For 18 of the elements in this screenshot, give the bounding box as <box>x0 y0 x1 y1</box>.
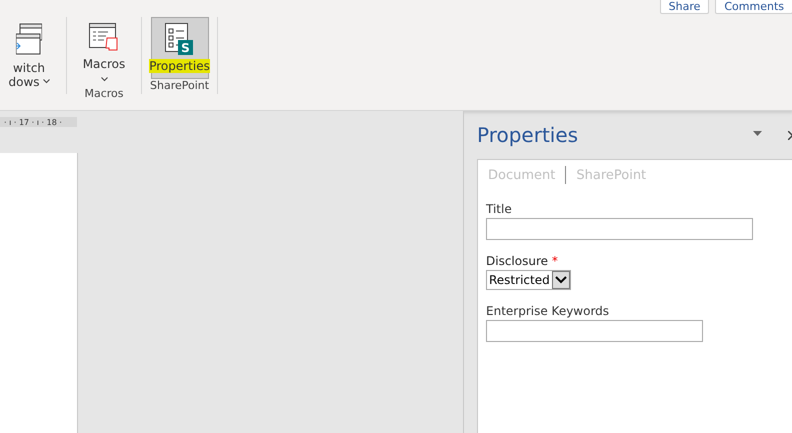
group-label: Macros <box>84 87 124 102</box>
chevron-icon <box>552 271 570 289</box>
input-field[interactable] <box>486 320 703 342</box>
toolbar-button[interactable]: Share <box>660 0 710 14</box>
field-label: Title <box>486 202 512 216</box>
toolbar-button[interactable]: Comments <box>715 0 792 14</box>
pane-title: Properties <box>477 123 580 147</box>
ruler: · ı · 17 · ı · 18 · <box>0 117 77 127</box>
field-label: Disclosure * <box>486 254 558 268</box>
dropdown-field[interactable]: Restricted <box>486 270 571 290</box>
field-label: Enterprise Keywords <box>486 304 610 318</box>
ribbon-button[interactable]: S Properties <box>150 17 209 79</box>
sharepoint-logo-letter: S <box>180 41 190 55</box>
input-field[interactable] <box>486 218 753 240</box>
ribbon-button[interactable]: Macros <box>75 17 133 87</box>
group-label: SharePoint <box>150 79 210 94</box>
ribbon-button[interactable]: witch dows <box>0 17 58 94</box>
dropdown-icon[interactable] <box>753 130 762 136</box>
